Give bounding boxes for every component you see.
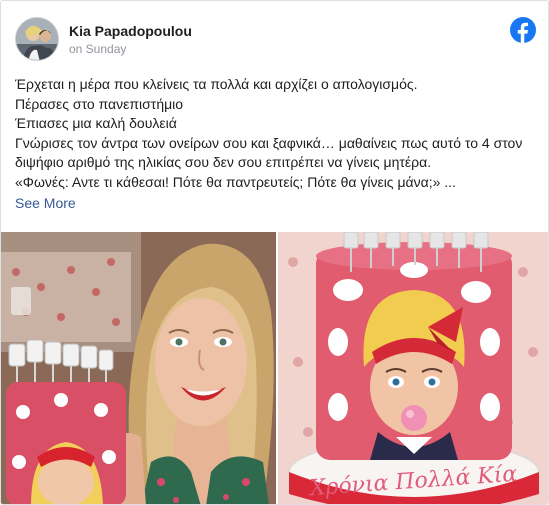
post-header: Kia Papadopoulou on Sunday bbox=[15, 17, 536, 61]
post-photo-cake[interactable]: Χρόνια Πολλά Κία bbox=[278, 232, 548, 504]
see-more-link[interactable]: See More bbox=[15, 194, 76, 214]
post-line: Έπιασες μια καλή δουλειά bbox=[15, 115, 177, 131]
post-photo-selfie[interactable] bbox=[1, 232, 276, 504]
post-line: Γνώρισες τον άντρα των ονείρων σου και ξ… bbox=[15, 134, 523, 171]
post-line: «Φωνές: Αντε τι κάθεσαι! Πότε θα παντρευ… bbox=[15, 173, 456, 190]
author-name[interactable]: Kia Papadopoulou bbox=[69, 23, 192, 39]
facebook-post-card: Kia Papadopoulou on Sunday Έρχεται η μέρ… bbox=[0, 0, 549, 505]
post-timestamp[interactable]: on Sunday bbox=[69, 42, 126, 56]
post-text: Έρχεται η μέρα που κλείνεις τα πολλά και… bbox=[15, 75, 535, 214]
post-line: Πέρασες στο πανεπιστήμιο bbox=[15, 95, 184, 112]
post-line: Έρχεται η μέρα που κλείνεις τα πολλά και… bbox=[15, 76, 418, 92]
author-avatar[interactable] bbox=[15, 17, 59, 61]
facebook-icon[interactable] bbox=[510, 17, 536, 43]
